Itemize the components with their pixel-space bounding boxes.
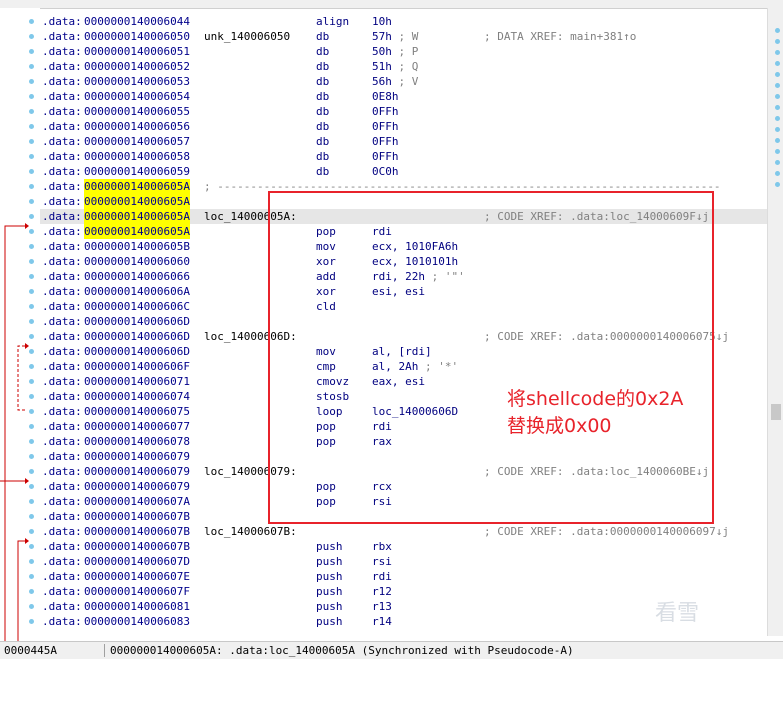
overview-marker-icon [775, 127, 780, 132]
overview-marker-icon [775, 28, 780, 33]
jump-arrows [0, 223, 29, 658]
xref-arrow-loc-14000605A [4, 225, 25, 658]
arrow-head-icon [25, 538, 29, 544]
overview-marker-icon [775, 50, 780, 55]
overview-marker-icon [775, 61, 780, 66]
status-divider [104, 644, 105, 657]
loop-arrow-loc-14000606D [17, 345, 25, 411]
overview-marker-icon [775, 94, 780, 99]
arrow-head-icon [25, 343, 29, 349]
arrow-head-icon [25, 478, 29, 484]
annotation-note: 将shellcode的0x2A 替换成0x00 [507, 388, 684, 437]
vertical-scrollbar[interactable] [767, 8, 783, 636]
overview-marker-icon [775, 72, 780, 77]
overview-marker-icon [775, 182, 780, 187]
overview-marker-icon [775, 149, 780, 154]
overview-marker-icon [775, 83, 780, 88]
overview-marker-icon [775, 116, 780, 121]
status-bar: 0000445A 000000014000605A: .data:loc_140… [0, 641, 783, 659]
overview-marker-icon [775, 105, 780, 110]
status-location: 000000014000605A: .data:loc_14000605A (S… [110, 644, 574, 657]
overview-marker-icon [775, 171, 780, 176]
scrollbar-thumb[interactable] [771, 404, 781, 420]
overview-marker-icon [775, 160, 780, 165]
status-file-offset: 0000445A [4, 644, 57, 657]
arrow-head-icon [25, 223, 29, 229]
overview-marker-icon [775, 39, 780, 44]
watermark-logo: 看雪 [655, 601, 700, 626]
overview-marker-icon [775, 138, 780, 143]
